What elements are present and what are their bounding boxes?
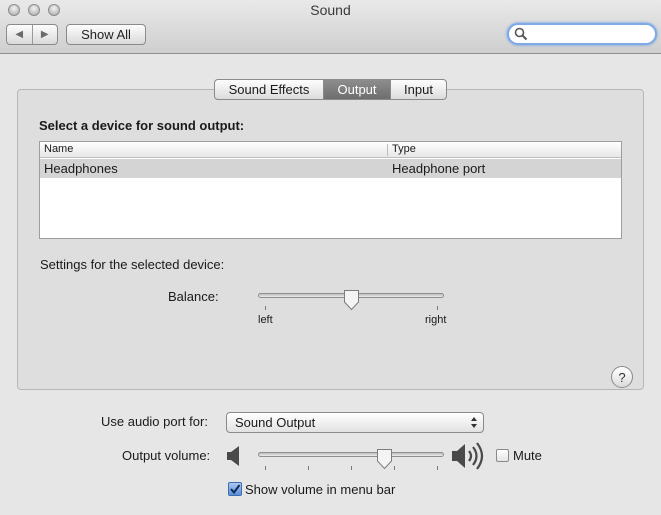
device-type-cell: Headphone port xyxy=(392,161,486,176)
audio-port-value: Sound Output xyxy=(235,415,316,430)
back-button[interactable]: ◀ xyxy=(7,25,32,44)
balance-label: Balance: xyxy=(168,289,219,304)
mute-label[interactable]: Mute xyxy=(513,448,542,463)
table-header: Name Type xyxy=(40,142,621,158)
tab-input[interactable]: Input xyxy=(390,80,446,99)
column-header-type[interactable]: Type xyxy=(392,143,416,155)
column-header-name[interactable]: Name xyxy=(44,143,73,155)
settings-label: Settings for the selected device: xyxy=(40,257,225,272)
show-volume-label[interactable]: Show volume in menu bar xyxy=(245,482,395,497)
audio-port-label: Use audio port for: xyxy=(101,414,208,429)
table-row[interactable]: Headphones Headphone port xyxy=(40,159,621,178)
show-all-button[interactable]: Show All xyxy=(66,24,146,45)
tab-panel xyxy=(17,89,644,390)
forward-arrow-icon: ▶ xyxy=(40,29,49,40)
volume-tick xyxy=(351,466,352,470)
window-titlebar: Sound ◀ ▶ Show All xyxy=(0,0,661,54)
tab-bar: Sound Effects Output Input xyxy=(214,79,447,100)
tab-sound-effects[interactable]: Sound Effects xyxy=(215,80,323,99)
device-name-cell: Headphones xyxy=(44,161,118,176)
forward-button[interactable]: ▶ xyxy=(31,25,58,44)
balance-left-label: left xyxy=(258,314,273,326)
back-forward-control: ◀ ▶ xyxy=(6,24,58,45)
output-volume-label: Output volume: xyxy=(122,448,211,463)
audio-port-select[interactable]: Sound Output xyxy=(226,412,484,433)
search-field[interactable] xyxy=(507,23,657,45)
balance-slider-thumb[interactable] xyxy=(343,289,360,311)
balance-tick-right xyxy=(437,306,438,310)
window-title: Sound xyxy=(310,2,351,18)
volume-slider-thumb[interactable] xyxy=(376,448,393,470)
show-volume-checkbox[interactable] xyxy=(228,482,242,496)
balance-tick-left xyxy=(265,306,266,310)
checkmark-icon xyxy=(230,484,241,495)
device-table[interactable]: Name Type Headphones Headphone port xyxy=(39,141,622,239)
mute-checkbox[interactable] xyxy=(496,449,509,462)
volume-tick xyxy=(437,466,438,470)
magnifier-icon xyxy=(514,27,528,41)
search-input[interactable] xyxy=(529,26,649,42)
volume-tick xyxy=(265,466,266,470)
speaker-high-icon xyxy=(452,442,484,470)
back-arrow-icon: ◀ xyxy=(15,29,24,40)
help-icon: ? xyxy=(618,369,626,385)
updown-arrows-icon xyxy=(471,417,477,428)
volume-slider-track[interactable] xyxy=(258,452,444,457)
tab-output[interactable]: Output xyxy=(323,80,390,99)
column-divider xyxy=(387,144,388,156)
device-list-heading: Select a device for sound output: xyxy=(39,118,245,133)
balance-right-label: right xyxy=(425,314,447,326)
volume-tick xyxy=(308,466,309,470)
volume-tick xyxy=(394,466,395,470)
help-button[interactable]: ? xyxy=(611,366,633,388)
speaker-low-icon xyxy=(227,446,239,466)
